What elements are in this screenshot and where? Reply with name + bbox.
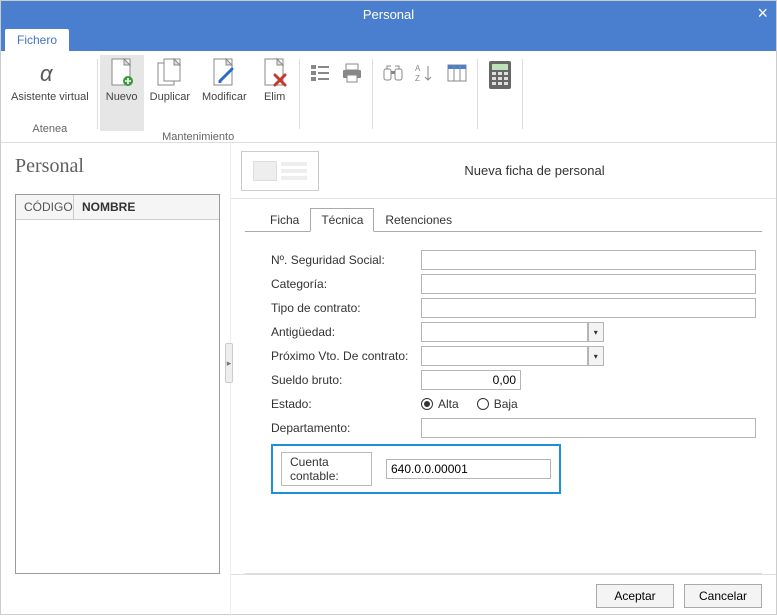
record-thumbnail-icon bbox=[241, 151, 319, 191]
accept-button[interactable]: Aceptar bbox=[596, 584, 674, 608]
sort-az-icon: AZ bbox=[414, 62, 436, 84]
duplicate-button[interactable]: Duplicar bbox=[144, 55, 196, 131]
dropdown-proximo-vto[interactable]: ▾ bbox=[588, 346, 604, 366]
delete-icon bbox=[259, 57, 291, 89]
printer-icon bbox=[341, 62, 363, 84]
assistant-button[interactable]: α Asistente virtual bbox=[5, 55, 95, 131]
close-icon[interactable]: × bbox=[757, 3, 768, 24]
input-proximo-vto[interactable] bbox=[421, 346, 588, 366]
delete-button[interactable]: Elim bbox=[253, 55, 297, 131]
radio-baja[interactable]: Baja bbox=[477, 397, 518, 411]
sort-icon-button[interactable]: AZ bbox=[411, 59, 439, 87]
svg-text:A: A bbox=[415, 64, 421, 73]
window-title: Personal bbox=[363, 7, 414, 22]
calculator-icon-button[interactable] bbox=[484, 59, 516, 91]
input-sueldo[interactable] bbox=[421, 370, 521, 390]
modify-button[interactable]: Modificar bbox=[196, 55, 253, 131]
svg-text:α: α bbox=[40, 61, 54, 86]
col-name[interactable]: NOMBRE bbox=[74, 195, 219, 219]
find-icon-button[interactable] bbox=[379, 59, 407, 87]
new-doc-icon bbox=[106, 57, 138, 89]
label-ssn: Nº. Seguridad Social: bbox=[271, 253, 421, 267]
label-antiguedad: Antigüedad: bbox=[271, 325, 421, 339]
page-title: Personal bbox=[15, 155, 220, 178]
label-departamento: Departamento: bbox=[271, 421, 421, 435]
detail-title: Nueva ficha de personal bbox=[333, 163, 776, 178]
list-icon-button[interactable] bbox=[306, 59, 334, 87]
ribbon: α Asistente virtual Atenea Nuevo Duplica… bbox=[1, 51, 776, 143]
ribbon-tab-bar: Fichero bbox=[1, 27, 776, 51]
assistant-sublabel: Atenea bbox=[32, 123, 67, 135]
tab-fichero[interactable]: Fichero bbox=[5, 29, 69, 51]
title-bar: Personal × bbox=[1, 1, 776, 27]
input-antiguedad[interactable] bbox=[421, 322, 588, 342]
columns-icon-button[interactable] bbox=[443, 59, 471, 87]
label-tipo-contrato: Tipo de contrato: bbox=[271, 301, 421, 315]
col-code[interactable]: CÓDIGO bbox=[16, 195, 74, 219]
tab-retenciones[interactable]: Retenciones bbox=[374, 208, 463, 232]
modify-icon bbox=[208, 57, 240, 89]
expand-handle-icon[interactable]: ▸ bbox=[225, 343, 233, 383]
dropdown-antiguedad[interactable]: ▾ bbox=[588, 322, 604, 342]
alfa-icon: α bbox=[34, 57, 66, 89]
dialog-footer: Aceptar Cancelar bbox=[231, 574, 776, 616]
duplicate-icon bbox=[154, 57, 186, 89]
columns-icon bbox=[446, 62, 468, 84]
list-icon bbox=[309, 62, 331, 84]
print-icon-button[interactable] bbox=[338, 59, 366, 87]
group-maintenance-label: Mantenimiento bbox=[100, 131, 297, 143]
input-departamento[interactable] bbox=[421, 418, 756, 438]
label-sueldo: Sueldo bruto: bbox=[271, 373, 421, 387]
cancel-button[interactable]: Cancelar bbox=[684, 584, 762, 608]
new-button[interactable]: Nuevo bbox=[100, 55, 144, 131]
tab-tecnica[interactable]: Técnica bbox=[310, 208, 374, 232]
detail-pane: ▸ Nueva ficha de personal Ficha Técnica … bbox=[231, 143, 776, 616]
radio-alta[interactable]: Alta bbox=[421, 397, 459, 411]
cuenta-contable-highlight: Cuenta contable: bbox=[271, 444, 561, 494]
form-tecnica: Nº. Seguridad Social: Categoría: Tipo de… bbox=[231, 232, 776, 573]
personal-grid[interactable]: CÓDIGO NOMBRE bbox=[15, 194, 220, 574]
radio-baja-dot bbox=[477, 398, 489, 410]
calculator-icon bbox=[487, 60, 513, 90]
left-pane: Personal CÓDIGO NOMBRE bbox=[1, 143, 231, 616]
input-categoria[interactable] bbox=[421, 274, 756, 294]
label-categoria: Categoría: bbox=[271, 277, 421, 291]
binoculars-icon bbox=[382, 62, 404, 84]
label-proximo-vto: Próximo Vto. De contrato: bbox=[271, 349, 421, 363]
svg-text:Z: Z bbox=[415, 74, 420, 83]
radio-alta-dot bbox=[421, 398, 433, 410]
label-cuenta-contable[interactable]: Cuenta contable: bbox=[281, 452, 372, 486]
input-cuenta-contable[interactable] bbox=[386, 459, 551, 479]
input-ssn[interactable] bbox=[421, 250, 756, 270]
input-tipo-contrato[interactable] bbox=[421, 298, 756, 318]
label-estado: Estado: bbox=[271, 397, 421, 411]
tab-ficha[interactable]: Ficha bbox=[259, 208, 310, 232]
